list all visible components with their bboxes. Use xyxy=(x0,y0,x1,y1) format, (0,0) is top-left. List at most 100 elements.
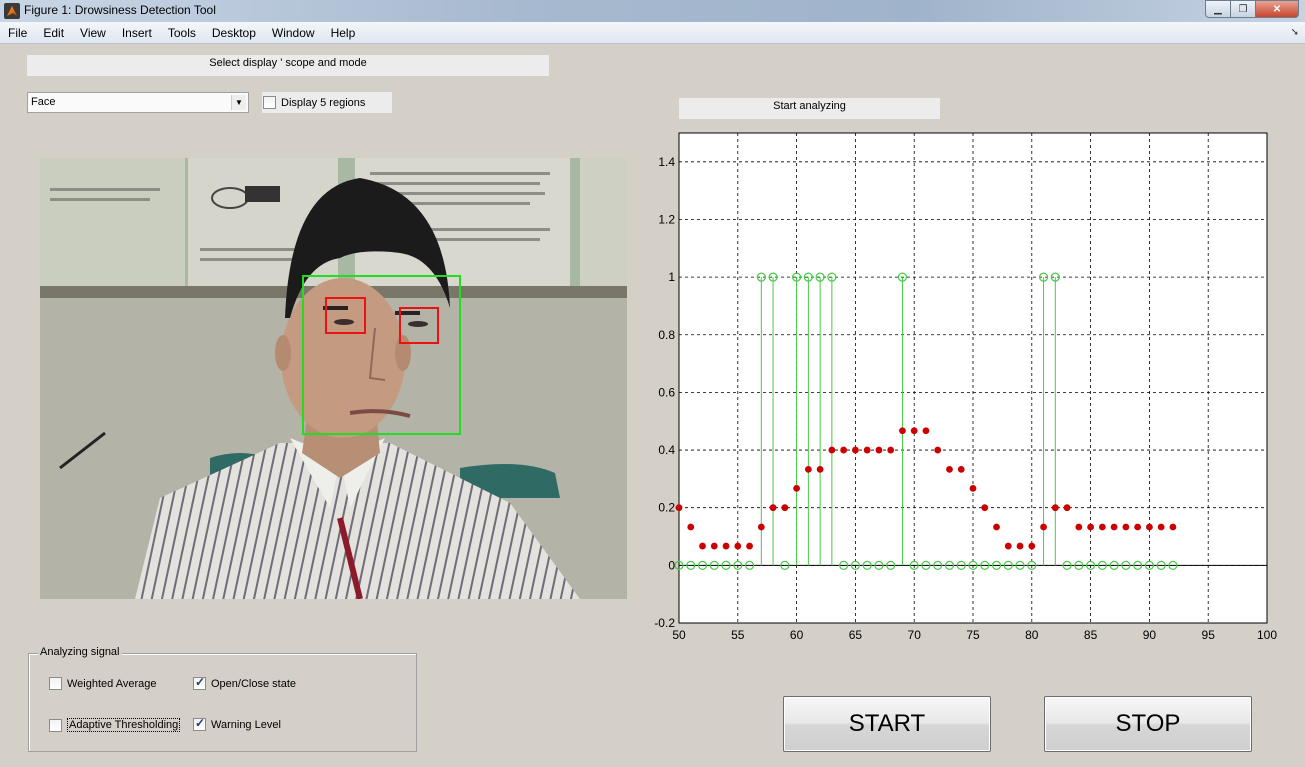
y-tick-label: 0.8 xyxy=(658,328,675,342)
warning-point xyxy=(1134,523,1142,531)
warning-point xyxy=(710,542,718,550)
x-tick-label: 85 xyxy=(1084,628,1098,642)
warning-point xyxy=(746,542,753,550)
weighted-average-box[interactable] xyxy=(49,677,62,690)
warning-point xyxy=(1157,523,1165,531)
warning-point xyxy=(840,446,848,454)
menu-tools[interactable]: Tools xyxy=(160,26,204,40)
open-close-state-box[interactable] xyxy=(193,675,206,690)
x-tick-label: 80 xyxy=(1025,628,1039,642)
menu-desktop[interactable]: Desktop xyxy=(204,26,264,40)
warning-point xyxy=(1016,542,1024,550)
y-tick-label: 0 xyxy=(668,558,675,572)
warning-level-checkbox[interactable]: Warning Level xyxy=(193,716,281,731)
menu-file[interactable]: File xyxy=(0,26,35,40)
adaptive-thresholding-box[interactable] xyxy=(49,718,62,732)
warning-point xyxy=(687,523,695,531)
display-mode-value: Face xyxy=(31,96,56,108)
menu-insert[interactable]: Insert xyxy=(114,26,160,40)
warning-point xyxy=(699,542,706,550)
warning-point xyxy=(1122,523,1130,531)
start-button[interactable]: START xyxy=(783,696,991,752)
camera-feed xyxy=(40,158,627,599)
warning-point xyxy=(934,446,942,454)
signal-plot: 50 55 60 65 70 75 80 85 90 95 100 -0.2 0 0.2 0.4 0.6 0.8… xyxy=(640,125,1280,648)
adaptive-thresholding-checkbox[interactable]: Adaptive Thresholding xyxy=(49,718,181,732)
warning-point xyxy=(1169,523,1177,531)
y-tick-label: 1.2 xyxy=(658,212,675,226)
warning-point xyxy=(875,446,883,454)
camera-image xyxy=(40,158,627,599)
display-mode-select[interactable]: Face ▼ xyxy=(27,92,249,113)
chevron-down-icon[interactable]: ▼ xyxy=(231,95,246,110)
menu-help[interactable]: Help xyxy=(323,26,364,40)
warning-point xyxy=(863,446,871,454)
warning-point xyxy=(793,484,801,492)
title-bar: Figure 1: Drowsiness Detection Tool ▁ ❐ … xyxy=(0,0,1305,22)
maximize-button[interactable]: ❐ xyxy=(1230,0,1256,18)
warning-point xyxy=(910,427,918,435)
y-tick-label: 1 xyxy=(668,270,675,284)
warning-point xyxy=(1051,504,1059,512)
menu-edit[interactable]: Edit xyxy=(35,26,72,40)
warning-point xyxy=(816,465,824,473)
close-button[interactable]: ✕ xyxy=(1255,0,1299,18)
window-controls: ▁ ❐ ✕ xyxy=(1205,0,1299,18)
x-tick-label: 65 xyxy=(849,628,863,642)
warning-point xyxy=(1098,523,1106,531)
matlab-icon xyxy=(4,3,20,19)
x-tick-label: 75 xyxy=(966,628,980,642)
warning-point xyxy=(887,446,895,454)
y-tick-label: 0.4 xyxy=(658,443,675,457)
menu-view[interactable]: View xyxy=(72,26,114,40)
display-regions-label: Display 5 regions xyxy=(281,96,366,109)
warning-point xyxy=(1075,523,1083,531)
x-tick-label: 95 xyxy=(1202,628,1216,642)
warning-point xyxy=(1063,504,1071,512)
warning-point xyxy=(1145,523,1153,531)
y-tick-label: 0.2 xyxy=(658,501,675,515)
analyzing-signal-title: Analyzing signal xyxy=(38,646,122,658)
open-close-state-checkbox[interactable]: Open/Close state xyxy=(193,675,296,690)
minimize-button[interactable]: ▁ xyxy=(1205,0,1231,18)
weighted-average-label: Weighted Average xyxy=(67,677,157,690)
menu-expand-icon[interactable]: ➘ xyxy=(1291,27,1299,38)
x-tick-label: 50 xyxy=(672,628,686,642)
weighted-average-checkbox[interactable]: Weighted Average xyxy=(49,677,157,690)
warning-point xyxy=(1028,542,1036,550)
y-tick-label: -0.2 xyxy=(654,616,675,630)
warning-point xyxy=(946,465,953,473)
warning-point xyxy=(981,504,989,512)
warning-point xyxy=(781,504,789,512)
display-regions-box[interactable] xyxy=(263,96,276,109)
x-tick-label: 60 xyxy=(790,628,804,642)
warning-point xyxy=(769,504,777,512)
y-tick-label: 0.6 xyxy=(658,385,675,399)
warning-point xyxy=(1087,523,1095,531)
warning-point xyxy=(851,446,859,454)
display-regions-checkbox[interactable]: Display 5 regions xyxy=(262,92,392,113)
warning-point xyxy=(1004,542,1012,550)
warning-point xyxy=(804,465,812,473)
warning-level-label: Warning Level xyxy=(211,718,281,731)
x-tick-label: 100 xyxy=(1257,628,1277,642)
y-tick-label: 1.4 xyxy=(658,155,675,169)
signal-plot-svg: 50 55 60 65 70 75 80 85 90 95 100 -0.2 0 0.2 0.4 0.6 0.8… xyxy=(654,132,1277,642)
menu-window[interactable]: Window xyxy=(264,26,323,40)
warning-point xyxy=(734,542,742,550)
scope-mode-label: Select display ' scope and mode xyxy=(27,55,549,76)
window-title: Figure 1: Drowsiness Detection Tool xyxy=(24,3,216,17)
warning-level-box[interactable] xyxy=(193,716,206,731)
stop-button[interactable]: STOP xyxy=(1044,696,1252,752)
warning-point xyxy=(993,523,1000,531)
menu-bar: File Edit View Insert Tools Desktop Wind… xyxy=(0,22,1305,44)
warning-point xyxy=(969,484,977,492)
x-tick-label: 55 xyxy=(731,628,745,642)
start-analyzing-label: Start analyzing xyxy=(679,98,940,119)
adaptive-thresholding-label: Adaptive Thresholding xyxy=(67,718,181,732)
warning-point xyxy=(722,542,730,550)
warning-point xyxy=(828,446,836,454)
warning-point xyxy=(675,504,683,512)
analyzing-signal-group xyxy=(28,653,417,752)
warning-point xyxy=(922,427,930,435)
